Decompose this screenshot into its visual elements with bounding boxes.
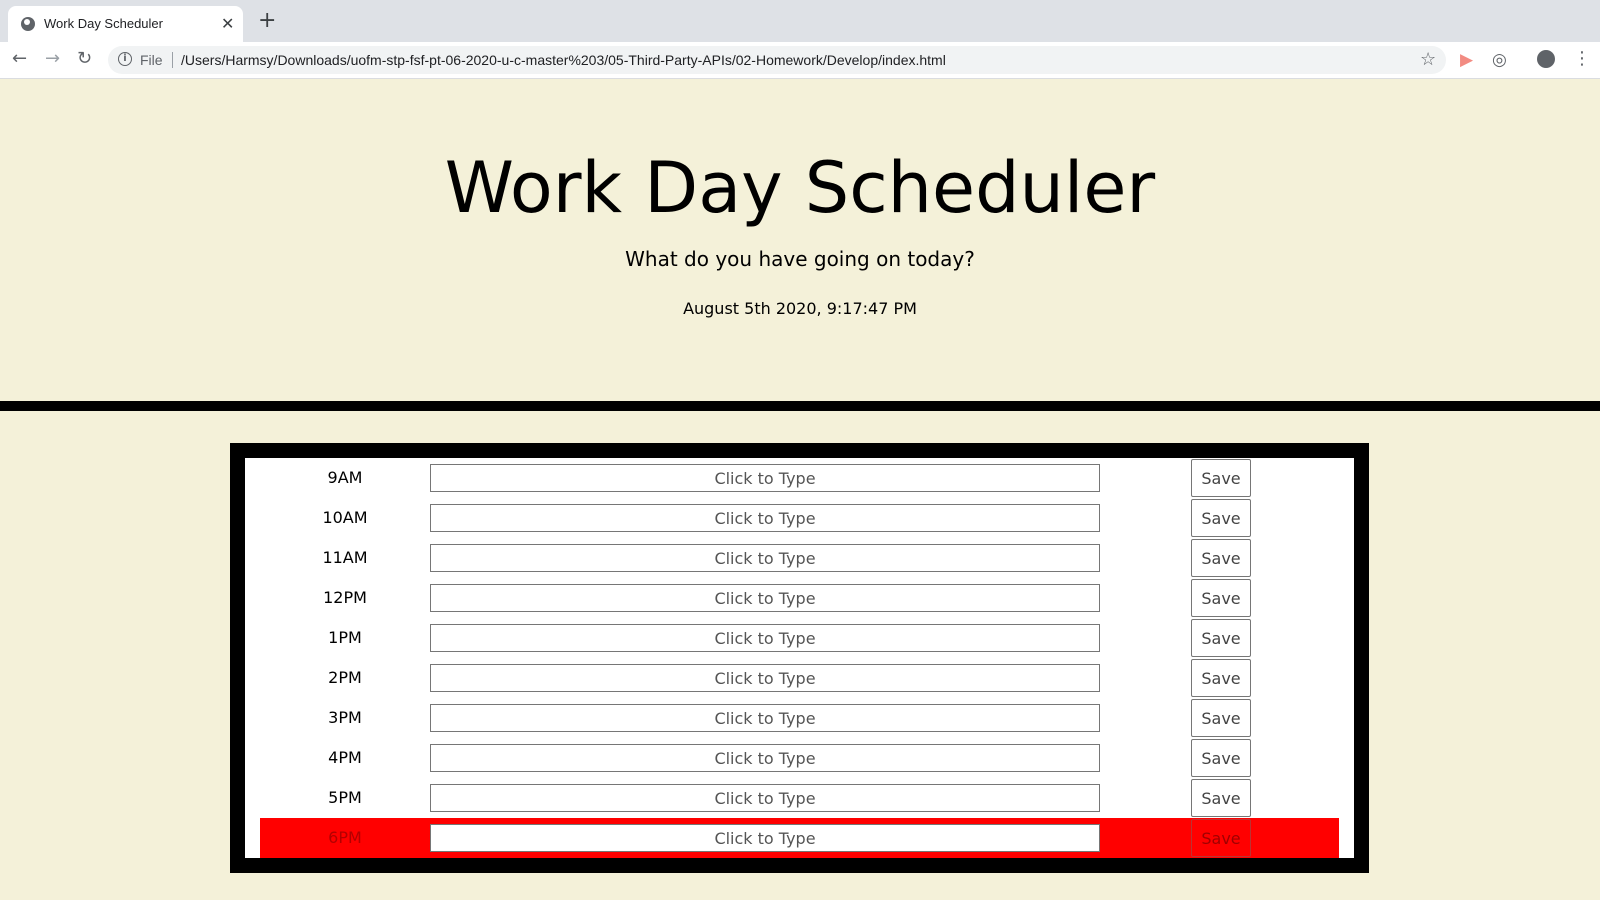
browser-tabstrip: Work Day Scheduler ✕ +: [0, 0, 1600, 42]
time-block-row: 4PM Save: [260, 738, 1339, 778]
profile-avatar-icon[interactable]: [1537, 50, 1555, 68]
time-block-row: 9AM Save: [260, 458, 1339, 498]
save-button[interactable]: Save: [1191, 819, 1251, 857]
time-block-row: 11AM Save: [260, 538, 1339, 578]
hour-label: 5PM: [328, 788, 362, 807]
time-block-row: 2PM Save: [260, 658, 1339, 698]
time-block-row: 10AM Save: [260, 498, 1339, 538]
close-tab-icon[interactable]: ✕: [221, 14, 234, 34]
browser-tab[interactable]: Work Day Scheduler ✕: [8, 6, 243, 42]
save-button[interactable]: Save: [1191, 499, 1251, 537]
hour-label: 2PM: [328, 668, 362, 687]
info-icon[interactable]: i: [118, 52, 132, 66]
task-input[interactable]: [430, 584, 1100, 612]
hour-label: 6PM: [328, 828, 362, 847]
save-button[interactable]: Save: [1191, 739, 1251, 777]
back-icon[interactable]: ←: [12, 48, 27, 70]
task-input[interactable]: [430, 624, 1100, 652]
browser-menu-icon[interactable]: ⋮: [1573, 48, 1591, 70]
save-button[interactable]: Save: [1191, 579, 1251, 617]
tab-title: Work Day Scheduler: [44, 16, 163, 31]
hour-label: 12PM: [323, 588, 367, 607]
address-bar[interactable]: i File /Users/Harmsy/Downloads/uofm-stp-…: [108, 46, 1446, 74]
task-input[interactable]: [430, 784, 1100, 812]
time-block-row: 1PM Save: [260, 618, 1339, 658]
task-input[interactable]: [430, 704, 1100, 732]
task-input[interactable]: [430, 664, 1100, 692]
hour-label: 4PM: [328, 748, 362, 767]
task-input[interactable]: [430, 744, 1100, 772]
save-button[interactable]: Save: [1191, 659, 1251, 697]
extension-icon[interactable]: ▶: [1460, 50, 1473, 70]
file-label: File: [140, 52, 163, 68]
task-input[interactable]: [430, 824, 1100, 852]
current-day: August 5th 2020, 9:17:47 PM: [683, 299, 917, 318]
globe-icon: [21, 17, 35, 31]
page-subtitle: What do you have going on today?: [625, 247, 975, 271]
task-input[interactable]: [430, 504, 1100, 532]
task-input[interactable]: [430, 464, 1100, 492]
url-text[interactable]: /Users/Harmsy/Downloads/uofm-stp-fsf-pt-…: [181, 52, 946, 68]
save-button[interactable]: Save: [1191, 619, 1251, 657]
scheduler-frame: 9AMSave10AMSave11AMSave12PMSave1PMSave2P…: [230, 443, 1369, 873]
address-separator: [172, 52, 173, 68]
scheduler-container: 9AMSave10AMSave11AMSave12PMSave1PMSave2P…: [245, 458, 1354, 858]
save-button[interactable]: Save: [1191, 459, 1251, 497]
page-header: Work Day Scheduler What do you have goin…: [0, 79, 1600, 411]
hour-label: 1PM: [328, 628, 362, 647]
hour-label: 9AM: [327, 468, 363, 487]
save-button[interactable]: Save: [1191, 779, 1251, 817]
extension-circle-icon[interactable]: ◎: [1492, 50, 1507, 70]
hour-label: 10AM: [322, 508, 368, 527]
hour-label: 11AM: [322, 548, 368, 567]
bookmark-star-icon[interactable]: ☆: [1420, 49, 1436, 70]
time-block-row: 3PM Save: [260, 698, 1339, 738]
reload-icon[interactable]: ↻: [77, 48, 92, 70]
new-tab-icon[interactable]: +: [258, 10, 276, 32]
save-button[interactable]: Save: [1191, 699, 1251, 737]
save-button[interactable]: Save: [1191, 539, 1251, 577]
forward-icon[interactable]: →: [45, 48, 60, 70]
hour-label: 3PM: [328, 708, 362, 727]
browser-toolbar: ← → ↻ i File /Users/Harmsy/Downloads/uof…: [0, 42, 1600, 79]
task-input[interactable]: [430, 544, 1100, 572]
time-block-row: 6PM Save: [260, 818, 1339, 858]
time-block-row: 12PM Save: [260, 578, 1339, 618]
time-block-row: 5PM Save: [260, 778, 1339, 818]
page-title: Work Day Scheduler: [444, 147, 1156, 229]
